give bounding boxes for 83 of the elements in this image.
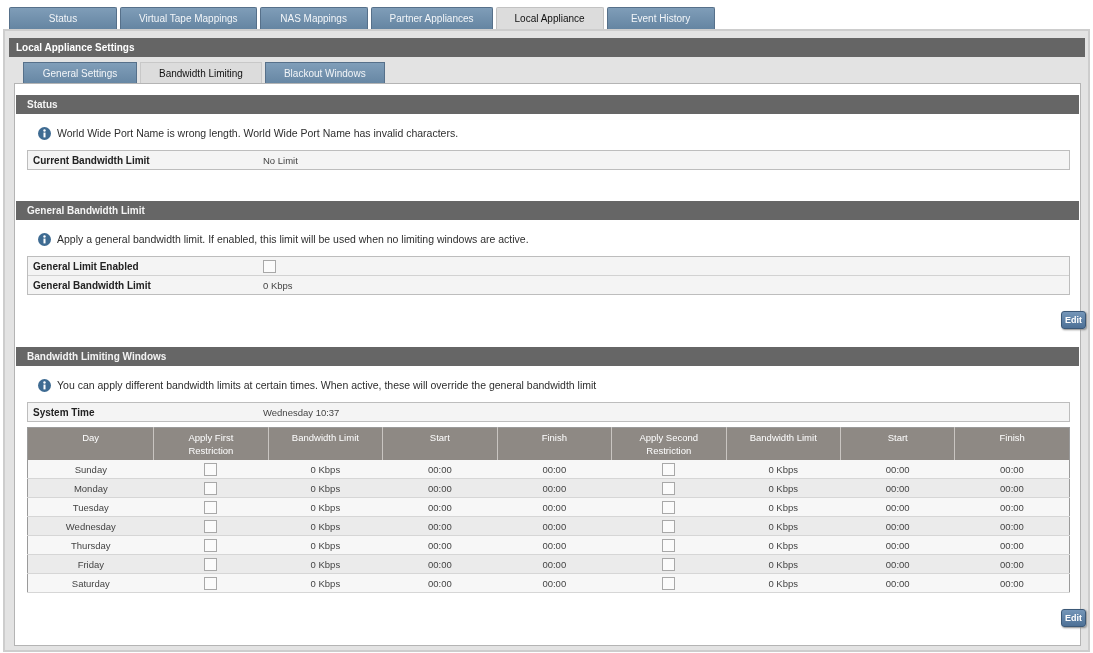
checkbox[interactable] [204, 481, 218, 495]
field-value: Wednesday 10:37 [263, 406, 340, 418]
table-cell: 00:00 [497, 573, 612, 593]
nav-tab[interactable]: Event History [606, 7, 715, 29]
edit-button[interactable]: Edit [1061, 311, 1086, 329]
checkbox[interactable] [263, 259, 276, 273]
table-cell: 0 Kbps [268, 497, 383, 517]
table-cell: 0 Kbps [726, 497, 841, 517]
table-cell: 00:00 [497, 535, 612, 555]
table-cell: 00:00 [840, 460, 955, 479]
table-cell: 0 Kbps [726, 573, 841, 593]
table-cell: 0 Kbps [726, 516, 841, 536]
field-value: No Limit [263, 154, 298, 166]
column-header: Start [840, 427, 955, 460]
settings-tab[interactable]: Blackout Windows [264, 62, 385, 83]
table-cell: 00:00 [840, 497, 955, 517]
section-header: Status [16, 95, 1079, 114]
checkbox[interactable] [204, 538, 218, 552]
checkbox[interactable] [204, 500, 218, 514]
checkbox[interactable] [662, 576, 676, 590]
table-cell: 00:00 [840, 516, 955, 536]
table-cell: 00:00 [840, 535, 955, 555]
field-label: Current Bandwidth Limit [32, 154, 151, 166]
checkbox[interactable] [204, 462, 218, 476]
column-header: Finish [497, 427, 612, 460]
checkbox[interactable] [662, 557, 676, 571]
checkbox[interactable] [662, 500, 676, 514]
nav-tab[interactable]: Local Appliance [495, 7, 604, 29]
field-label: System Time [32, 406, 96, 418]
column-header: Start [382, 427, 498, 460]
field-label: General Limit Enabled [32, 260, 140, 272]
section-header: General Bandwidth Limit [16, 201, 1079, 220]
info-icon [38, 232, 51, 246]
table-cell: 0 Kbps [268, 554, 383, 574]
info-icon [38, 126, 51, 140]
info-message: World Wide Port Name is wrong length. World Wide Port Name has invalid characters. [57, 127, 459, 139]
checkbox[interactable] [662, 538, 676, 552]
field-value: 0 Kbps [263, 279, 293, 291]
checkbox[interactable] [662, 481, 676, 495]
checkbox[interactable] [204, 557, 218, 571]
table-cell: 0 Kbps [268, 535, 383, 555]
table-cell: 00:00 [954, 460, 1070, 479]
section-header: Bandwidth Limiting Windows [16, 347, 1079, 366]
table-cell: 0 Kbps [268, 478, 383, 498]
checkbox[interactable] [662, 462, 676, 476]
table-cell: Sunday [27, 460, 154, 479]
settings-tab[interactable]: Bandwidth Limiting [140, 62, 262, 83]
table-cell: 00:00 [840, 554, 955, 574]
column-header: Finish [954, 427, 1070, 460]
checkbox[interactable] [204, 576, 218, 590]
table-cell: 00:00 [497, 554, 612, 574]
nav-tab[interactable]: NAS Mappings [259, 7, 368, 29]
column-header: Apply Second Restriction [611, 427, 726, 460]
table-cell: 00:00 [497, 460, 612, 479]
info-message: You can apply different bandwidth limits at certain times. When active, these will override the general bandwidth limit [57, 379, 597, 391]
nav-tab[interactable]: Partner Appliances [370, 7, 493, 29]
nav-tab[interactable]: Virtual Tape Mappings [120, 7, 257, 29]
edit-button[interactable]: Edit [1061, 609, 1086, 627]
table-cell: 0 Kbps [268, 573, 383, 593]
table-cell: 0 Kbps [726, 554, 841, 574]
info-message: Apply a general bandwidth limit. If enabled, this limit will be used when no limiting windows are active. [57, 233, 529, 245]
column-header: Day [27, 427, 154, 460]
info-icon [38, 378, 51, 392]
table-cell: 00:00 [497, 497, 612, 517]
table-cell: 0 Kbps [726, 460, 841, 479]
column-header: Bandwidth Limit [726, 427, 841, 460]
table-cell: 0 Kbps [268, 516, 383, 536]
settings-tab[interactable]: General Settings [23, 62, 137, 83]
table-cell: 00:00 [840, 478, 955, 498]
table-cell: 00:00 [840, 573, 955, 593]
column-header: Apply First Restriction [153, 427, 269, 460]
panel-header: Local Appliance Settings [9, 38, 1085, 57]
table-cell: 0 Kbps [726, 535, 841, 555]
nav-tab[interactable]: Status [9, 7, 117, 29]
field-label: General Bandwidth Limit [32, 279, 152, 291]
table-cell: 0 Kbps [268, 460, 383, 479]
table-cell: 00:00 [497, 478, 612, 498]
column-header: Bandwidth Limit [268, 427, 383, 460]
checkbox[interactable] [662, 519, 676, 533]
table-cell: 00:00 [497, 516, 612, 536]
table-cell: 0 Kbps [726, 478, 841, 498]
checkbox[interactable] [204, 519, 218, 533]
table-cell: 00:00 [382, 460, 498, 479]
